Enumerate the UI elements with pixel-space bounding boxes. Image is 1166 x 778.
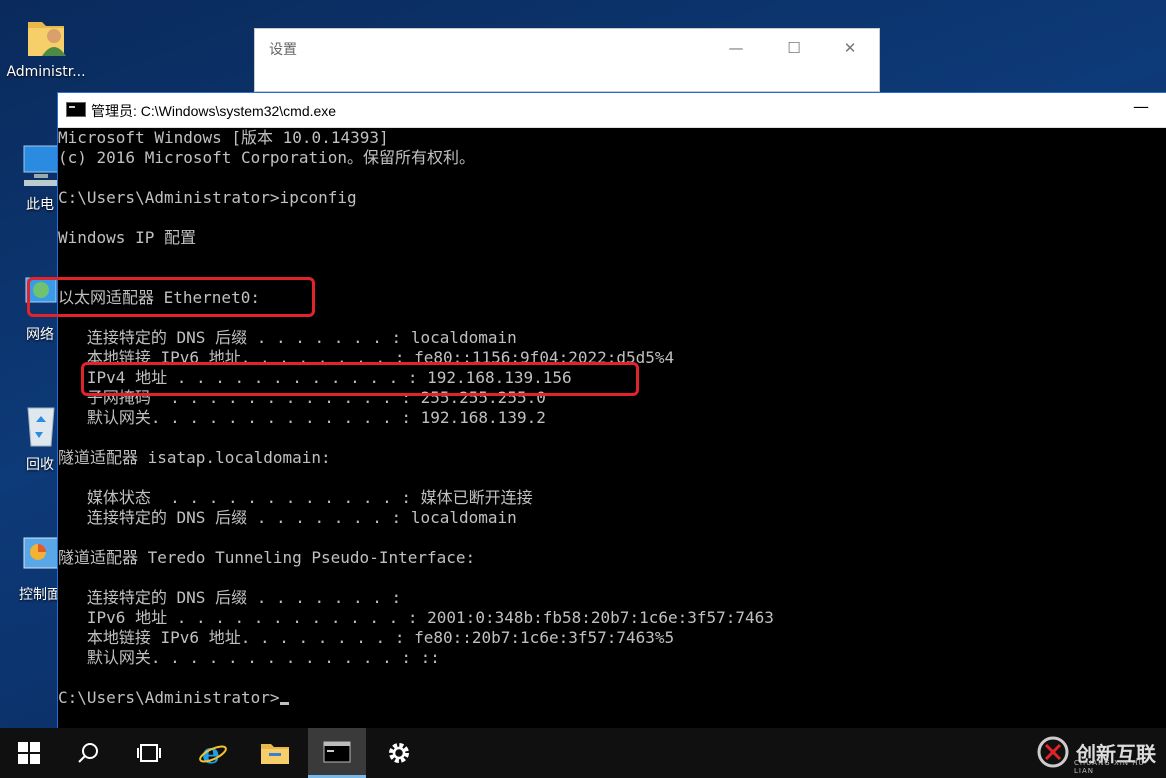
- taskbar-file-explorer[interactable]: [246, 728, 304, 778]
- watermark-logo-icon: [1037, 736, 1069, 768]
- task-view-button[interactable]: [120, 728, 178, 778]
- taskbar-settings[interactable]: [370, 728, 428, 778]
- console-line: C:\Users\Administrator>: [58, 688, 1166, 708]
- settings-maximize-button[interactable]: ☐: [779, 37, 809, 59]
- console-line: IPv6 地址 . . . . . . . . . . . . : 2001:0…: [58, 608, 774, 627]
- text-cursor: [279, 702, 289, 705]
- console-line: 本地链接 IPv6 地址. . . . . . . . : fe80::20b7…: [58, 628, 675, 647]
- console-line: 连接特定的 DNS 后缀 . . . . . . . :: [58, 588, 402, 607]
- desktop-icon-administrator[interactable]: Administr...: [0, 12, 94, 80]
- user-folder-icon: [24, 12, 68, 60]
- windows-logo-icon: [18, 742, 40, 764]
- console-line: 媒体状态 . . . . . . . . . . . . : 媒体已断开连接: [58, 488, 533, 507]
- taskbar-cmd[interactable]: [308, 728, 366, 778]
- search-icon: [78, 743, 98, 763]
- task-view-icon: [137, 744, 161, 762]
- cmd-minimize-button[interactable]: —: [1133, 97, 1149, 116]
- highlight-box-ipv4: [81, 362, 639, 396]
- cmd-titlebar[interactable]: 管理员: C:\Windows\system32\cmd.exe —: [58, 93, 1166, 128]
- watermark-logo: 创新互联 CHUANG XIN HU LIAN: [1036, 735, 1156, 775]
- settings-window[interactable]: 设置 — ☐ ✕: [254, 28, 880, 92]
- taskbar: e 创新互联 CHUANG XIN HU LIAN: [0, 728, 1166, 778]
- console-line: 默认网关. . . . . . . . . . . . . : ::: [58, 648, 440, 667]
- watermark-subtext: CHUANG XIN HU LIAN: [1074, 759, 1145, 775]
- command-prompt-icon: [323, 741, 351, 762]
- console-line: Windows IP 配置: [58, 228, 196, 247]
- console-line: 连接特定的 DNS 后缀 . . . . . . . : localdomain: [58, 508, 517, 527]
- cmd-app-icon: [66, 102, 86, 117]
- control-panel-icon: [18, 532, 62, 580]
- settings-window-title: 设置: [269, 42, 297, 58]
- console-line: 连接特定的 DNS 后缀 . . . . . . . : localdomain: [58, 328, 517, 347]
- cmd-window[interactable]: 管理员: C:\Windows\system32\cmd.exe — Micro…: [57, 92, 1166, 729]
- desktop-icon-label: Administr...: [6, 64, 86, 80]
- console-output[interactable]: Microsoft Windows [版本 10.0.14393] (c) 201…: [58, 127, 1166, 729]
- internet-explorer-icon: e: [199, 738, 227, 768]
- console-line: (c) 2016 Microsoft Corporation。保留所有权利。: [58, 148, 475, 167]
- console-line: C:\Users\Administrator>ipconfig: [58, 188, 357, 207]
- start-button[interactable]: [0, 728, 58, 778]
- recycle-bin-icon: [18, 402, 62, 450]
- search-button[interactable]: [60, 728, 118, 778]
- console-line: 默认网关. . . . . . . . . . . . . : 192.168.…: [58, 408, 546, 427]
- highlight-box-ethernet0: [27, 277, 315, 317]
- console-line: 隧道适配器 isatap.localdomain:: [58, 448, 331, 467]
- cmd-window-title: 管理员: C:\Windows\system32\cmd.exe: [91, 103, 337, 119]
- console-line: 隧道适配器 Teredo Tunneling Pseudo-Interface:: [58, 548, 476, 567]
- console-line: Microsoft Windows [版本 10.0.14393]: [58, 128, 389, 147]
- gear-icon: [389, 743, 409, 763]
- file-explorer-icon: [261, 744, 289, 764]
- computer-icon: [18, 142, 62, 190]
- settings-close-button[interactable]: ✕: [835, 37, 865, 59]
- settings-minimize-button[interactable]: —: [721, 37, 751, 59]
- taskbar-internet-explorer[interactable]: e: [184, 728, 242, 778]
